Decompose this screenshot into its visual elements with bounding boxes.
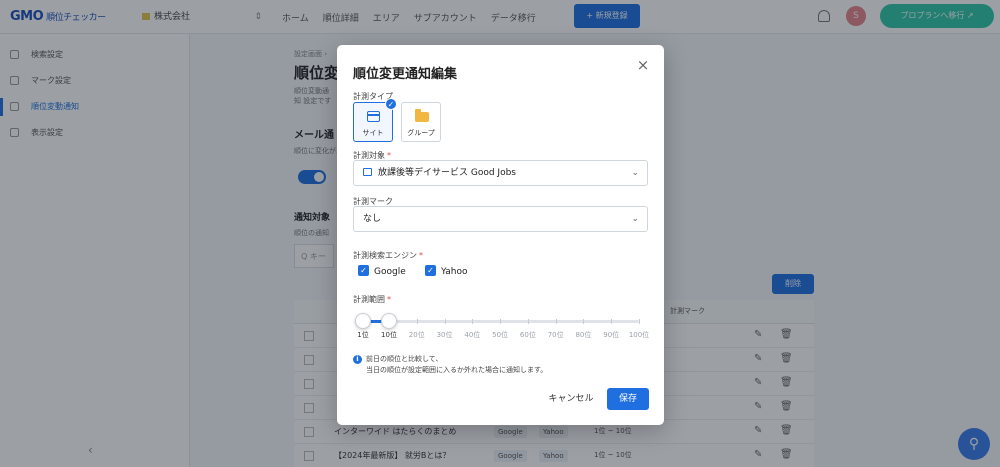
modal-title: 順位変更通知編集 <box>353 67 458 82</box>
edit-notification-modal: 順位変更通知編集 × 計測タイプ サイト ✓ グループ 計測対象 * 放課後等デイ… <box>337 45 664 425</box>
info-icon: i <box>353 355 362 364</box>
type-option-label: サイト <box>362 129 384 137</box>
range-tick <box>555 319 557 324</box>
target-select[interactable]: 放課後等デイサービス Good Jobs ⌄ <box>353 160 648 186</box>
check-icon: ✓ <box>385 98 397 110</box>
close-icon[interactable]: × <box>635 57 651 73</box>
info-text-2: 当日の順位が設定範囲に入るか外れた場合に通知します。 <box>366 366 548 374</box>
range-tick-label: 20位 <box>408 331 425 339</box>
cancel-button[interactable]: キャンセル <box>543 389 599 409</box>
range-tick <box>500 319 502 324</box>
save-button[interactable]: 保存 <box>607 388 649 410</box>
range-max-thumb[interactable] <box>381 313 397 329</box>
site-icon <box>363 167 372 176</box>
checkbox-checked-icon[interactable]: ✓ <box>425 265 436 276</box>
range-tick-label: 100位 <box>628 331 650 339</box>
folder-icon <box>415 109 429 122</box>
range-tick <box>472 319 474 324</box>
range-tick <box>444 319 446 324</box>
range-tick-label: 70位 <box>547 331 564 339</box>
chevron-down-icon: ⌄ <box>631 214 639 224</box>
range-slider[interactable] <box>355 313 640 329</box>
range-label: 計測範囲 * <box>353 295 391 304</box>
chevron-down-icon: ⌄ <box>631 168 639 178</box>
target-select-value: 放課後等デイサービス Good Jobs <box>378 168 516 178</box>
mark-select[interactable]: なし ⌄ <box>353 206 648 232</box>
range-tick-label: 90位 <box>603 331 620 339</box>
engine-label: 計測検索エンジン * <box>353 251 423 260</box>
engine-checkbox-google[interactable]: ✓ Google <box>358 265 406 277</box>
site-icon <box>367 111 380 122</box>
type-option-site[interactable]: サイト ✓ <box>353 98 397 142</box>
range-tick-label: 1位 <box>357 331 369 339</box>
range-tick-label: 50位 <box>492 331 509 339</box>
type-option-group[interactable]: グループ <box>401 102 441 142</box>
type-option-label: グループ <box>407 129 435 137</box>
range-tick-label: 10位 <box>381 331 397 339</box>
range-tick <box>639 319 640 324</box>
checkbox-checked-icon[interactable]: ✓ <box>358 265 369 276</box>
info-text-1: i 前日の順位と比較して、 <box>353 354 442 365</box>
range-tick <box>611 319 613 324</box>
engine-checkbox-yahoo[interactable]: ✓ Yahoo <box>425 265 468 277</box>
range-tick-label: 40位 <box>464 331 481 339</box>
range-tick <box>416 319 418 324</box>
range-tick-label: 60位 <box>519 331 536 339</box>
range-tick-label: 30位 <box>436 331 453 339</box>
mark-select-value: なし <box>363 214 382 224</box>
range-min-thumb[interactable] <box>355 313 371 329</box>
range-tick-label: 80位 <box>575 331 592 339</box>
range-tick <box>527 319 529 324</box>
range-tick <box>583 319 585 324</box>
